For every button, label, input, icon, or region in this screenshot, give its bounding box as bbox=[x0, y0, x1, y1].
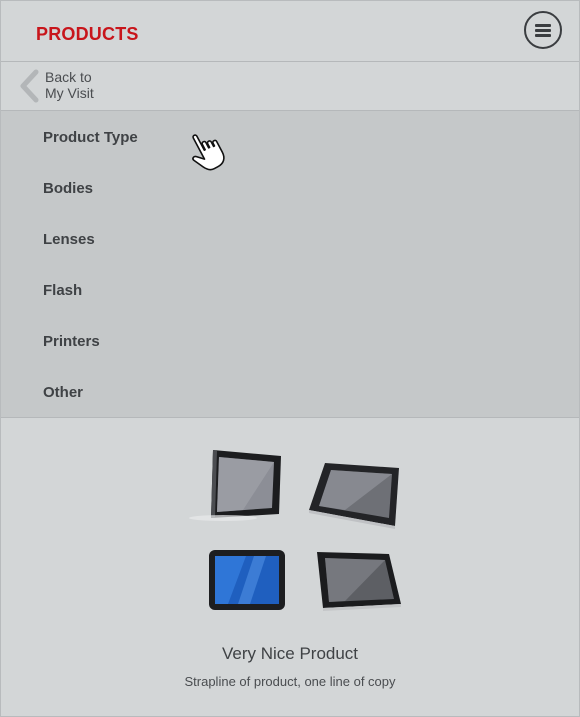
page: PRODUCTS Back to My Visit Product Type B… bbox=[0, 0, 580, 717]
hamburger-menu-icon-line bbox=[535, 34, 551, 37]
page-title: PRODUCTS bbox=[36, 24, 139, 44]
category-printers[interactable]: Printers bbox=[43, 333, 100, 350]
tablet-image bbox=[189, 450, 281, 521]
featured-product[interactable]: Very Nice Product Strapline of product, … bbox=[1, 418, 579, 716]
back-label-line-1: Back to bbox=[45, 69, 92, 85]
back-to-my-visit-link[interactable]: Back to My Visit bbox=[1, 62, 579, 111]
product-name: Very Nice Product bbox=[221, 644, 359, 663]
tablet-image bbox=[209, 550, 285, 610]
hamburger-menu-icon-line bbox=[535, 24, 551, 27]
chevron-left-icon bbox=[20, 69, 39, 103]
back-label-line-2: My Visit bbox=[45, 85, 94, 101]
category-bodies[interactable]: Bodies bbox=[43, 180, 93, 197]
category-other[interactable]: Other bbox=[43, 384, 83, 401]
hand-pointer-cursor-icon bbox=[192, 134, 225, 171]
product-strapline: Strapline of product, one line of copy bbox=[184, 674, 396, 689]
category-lenses[interactable]: Lenses bbox=[43, 231, 95, 248]
header: PRODUCTS bbox=[1, 1, 579, 62]
back-label: Back to My Visit bbox=[45, 69, 94, 101]
category-product-type[interactable]: Product Type bbox=[43, 129, 138, 146]
hamburger-menu-icon-line bbox=[535, 29, 551, 32]
menu-button[interactable] bbox=[524, 11, 562, 49]
tablet-image bbox=[309, 463, 399, 529]
category-flash[interactable]: Flash bbox=[43, 282, 82, 299]
category-menu: Product Type Bodies Lenses Flash Printer… bbox=[1, 111, 579, 418]
tablet-image bbox=[317, 552, 401, 611]
